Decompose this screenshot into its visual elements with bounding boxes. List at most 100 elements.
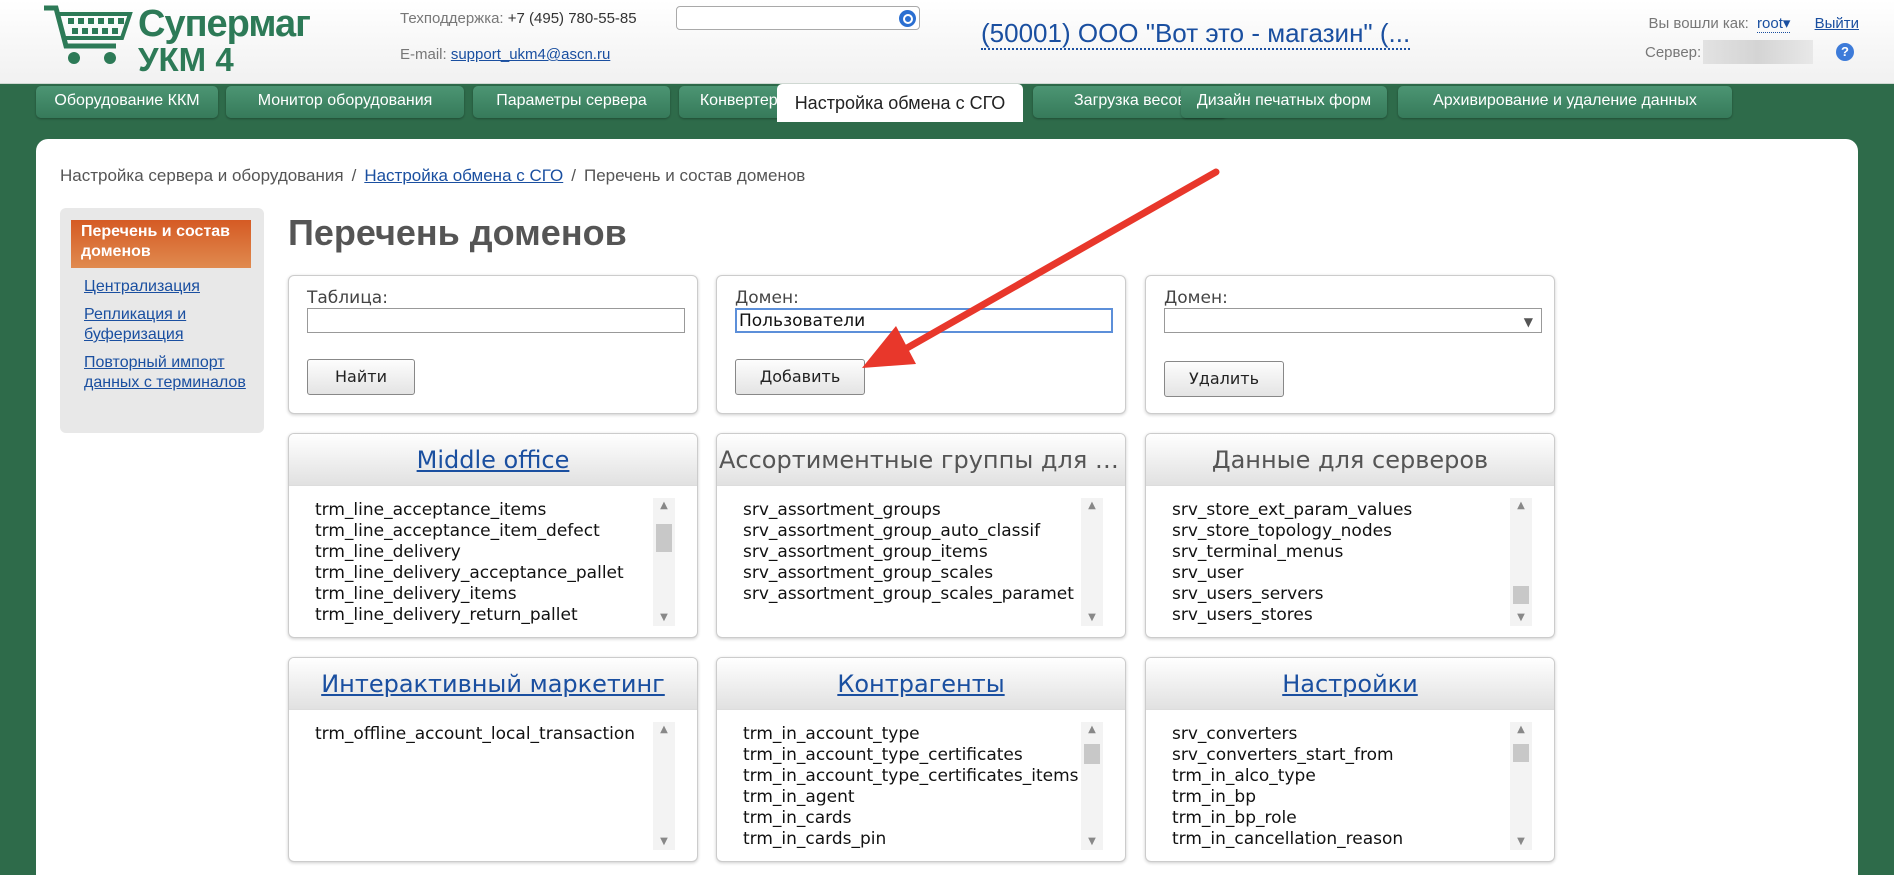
list-item[interactable]: srv_store_ext_param_values bbox=[1172, 500, 1512, 521]
sidebar-item-centralization[interactable]: Централизация bbox=[84, 277, 264, 297]
help-icon[interactable]: ? bbox=[1836, 43, 1854, 61]
scroll-up-icon[interactable]: ▲ bbox=[653, 498, 675, 514]
list-item[interactable]: srv_assortment_group_items bbox=[743, 542, 1083, 563]
list-item[interactable]: trm_line_acceptance_items bbox=[315, 500, 655, 521]
scroll-up-icon[interactable]: ▲ bbox=[653, 722, 675, 738]
tab-kkm-equipment[interactable]: Оборудование ККМ bbox=[36, 86, 218, 118]
domain-table-list[interactable]: trm_line_acceptance_items trm_line_accep… bbox=[315, 500, 655, 630]
scroll-up-icon[interactable]: ▲ bbox=[1081, 722, 1103, 738]
scroll-down-icon[interactable]: ▼ bbox=[1081, 610, 1103, 626]
table-input[interactable] bbox=[307, 308, 685, 333]
scroll-thumb[interactable] bbox=[656, 524, 672, 552]
main-content: Настройка сервера и оборудования / Настрой… bbox=[36, 139, 1858, 875]
list-item[interactable]: srv_assortment_group_scales bbox=[743, 563, 1083, 584]
search-input[interactable] bbox=[676, 6, 920, 30]
scroll-down-icon[interactable]: ▼ bbox=[1510, 834, 1532, 850]
list-item[interactable]: trm_line_delivery_items bbox=[315, 584, 655, 605]
scroll-down-icon[interactable]: ▼ bbox=[1510, 610, 1532, 626]
scrollbar[interactable]: ▲ ▼ bbox=[1510, 498, 1532, 626]
domain-panel-assortment-groups: Ассортиментные группы для в... srv_assor… bbox=[716, 433, 1126, 638]
list-item[interactable]: trm_in_cancellation_reason bbox=[1172, 829, 1512, 850]
list-item[interactable]: trm_line_delivery bbox=[315, 542, 655, 563]
list-item[interactable]: trm_in_bp_role bbox=[1172, 808, 1512, 829]
domain-title-link[interactable]: Middle office bbox=[289, 434, 697, 486]
domain-table-list[interactable]: srv_assortment_groups srv_assortment_gro… bbox=[743, 500, 1083, 630]
tab-print-forms[interactable]: Дизайн печатных форм bbox=[1181, 86, 1387, 118]
domain-title-link[interactable]: Настройки bbox=[1146, 658, 1554, 710]
tab-server-params[interactable]: Параметры сервера bbox=[473, 86, 670, 118]
domain-panel-settings: Настройки srv_converters srv_converters_… bbox=[1145, 657, 1555, 862]
list-item[interactable]: trm_in_agent bbox=[743, 787, 1083, 808]
scrollbar[interactable]: ▲ ▼ bbox=[1510, 722, 1532, 850]
search-icon[interactable] bbox=[899, 10, 916, 27]
tab-sgo-exchange[interactable]: Настройка обмена с СГО bbox=[777, 84, 1023, 122]
table-search-box: Таблица: Найти bbox=[288, 275, 698, 414]
domain-title-link[interactable]: Интерактивный маркетинг bbox=[289, 658, 697, 710]
list-item[interactable]: trm_in_alco_type bbox=[1172, 766, 1512, 787]
list-item[interactable]: srv_users_servers bbox=[1172, 584, 1512, 605]
scroll-thumb[interactable] bbox=[1513, 744, 1529, 762]
domain-table-list[interactable]: srv_store_ext_param_values srv_store_top… bbox=[1172, 500, 1512, 630]
company-selector[interactable]: (50001) ООО "Вот это - магазин" (... bbox=[981, 18, 1411, 50]
list-item[interactable]: srv_store_topology_nodes bbox=[1172, 521, 1512, 542]
scrollbar[interactable]: ▲ ▼ bbox=[653, 722, 675, 850]
support-email: E-mail: support_ukm4@ascn.ru bbox=[400, 46, 610, 63]
find-button[interactable]: Найти bbox=[307, 359, 415, 395]
scroll-down-icon[interactable]: ▼ bbox=[653, 610, 675, 626]
list-item[interactable]: srv_user bbox=[1172, 563, 1512, 584]
list-item[interactable]: srv_users_stores bbox=[1172, 605, 1512, 626]
list-item[interactable]: trm_in_cards_pin bbox=[743, 829, 1083, 850]
sidebar-item-domains[interactable]: Перечень и состав доменов bbox=[71, 220, 251, 268]
chevron-down-icon: ▼ bbox=[1523, 315, 1533, 329]
sidebar-item-reimport[interactable]: Повторный импорт данных с терминалов bbox=[84, 353, 264, 393]
user-menu[interactable]: root▾ bbox=[1757, 15, 1791, 33]
list-item[interactable]: srv_converters_start_from bbox=[1172, 745, 1512, 766]
scroll-up-icon[interactable]: ▲ bbox=[1510, 722, 1532, 738]
list-item[interactable]: srv_converters bbox=[1172, 724, 1512, 745]
domain-panel-server-data: Данные для серверов srv_store_ext_param_… bbox=[1145, 433, 1555, 638]
scroll-up-icon[interactable]: ▲ bbox=[1081, 498, 1103, 514]
scrollbar[interactable]: ▲ ▼ bbox=[1081, 722, 1103, 850]
logged-in-label: Вы вошли как: bbox=[1648, 15, 1749, 32]
list-item[interactable]: trm_in_account_type bbox=[743, 724, 1083, 745]
list-item[interactable]: trm_in_account_type_certificates bbox=[743, 745, 1083, 766]
list-item[interactable]: trm_in_bp bbox=[1172, 787, 1512, 808]
breadcrumb-item: Настройка сервера и оборудования bbox=[60, 166, 344, 185]
domain-select[interactable]: ▼ bbox=[1164, 308, 1542, 333]
logo[interactable]: Супермаг УКМ 4 bbox=[42, 2, 311, 78]
scrollbar[interactable]: ▲ ▼ bbox=[653, 498, 675, 626]
delete-domain-box: Домен: ▼ Удалить bbox=[1145, 275, 1555, 414]
sidebar-item-replication[interactable]: Репликация и буферизация bbox=[84, 305, 264, 345]
list-item[interactable]: trm_line_acceptance_item_defect bbox=[315, 521, 655, 542]
domain-table-list[interactable]: trm_in_account_type trm_in_account_type_… bbox=[743, 724, 1083, 854]
domain-table-list[interactable]: trm_offline_account_local_transaction bbox=[315, 724, 655, 854]
domain-name-input[interactable]: Пользователи bbox=[735, 308, 1113, 333]
add-button[interactable]: Добавить bbox=[735, 359, 865, 395]
logout-link[interactable]: Выйти bbox=[1815, 15, 1859, 32]
list-item[interactable]: srv_assortment_groups bbox=[743, 500, 1083, 521]
list-item[interactable]: trm_line_delivery_return_pallet bbox=[315, 605, 655, 626]
tab-equipment-monitor[interactable]: Монитор оборудования bbox=[226, 86, 464, 118]
scroll-thumb[interactable] bbox=[1513, 586, 1529, 604]
delete-button[interactable]: Удалить bbox=[1164, 361, 1284, 397]
tab-archiving[interactable]: Архивирование и удаление данных bbox=[1398, 86, 1732, 118]
list-item[interactable]: srv_assortment_group_scales_paramet bbox=[743, 584, 1083, 605]
scrollbar[interactable]: ▲ ▼ bbox=[1081, 498, 1103, 626]
list-item[interactable]: srv_assortment_group_auto_classif bbox=[743, 521, 1083, 542]
support-label: Техподдержка: bbox=[400, 10, 504, 27]
list-item[interactable]: trm_line_delivery_acceptance_pallet bbox=[315, 563, 655, 584]
list-item[interactable]: srv_terminal_menus bbox=[1172, 542, 1512, 563]
page-title: Перечень доменов bbox=[288, 212, 627, 253]
email-link[interactable]: support_ukm4@ascn.ru bbox=[451, 46, 610, 63]
domain-title-link[interactable]: Контрагенты bbox=[717, 658, 1125, 710]
domain-table-list[interactable]: srv_converters srv_converters_start_from… bbox=[1172, 724, 1512, 854]
scroll-down-icon[interactable]: ▼ bbox=[1081, 834, 1103, 850]
scroll-down-icon[interactable]: ▼ bbox=[653, 834, 675, 850]
domain-panel-middle-office: Middle office trm_line_acceptance_items … bbox=[288, 433, 698, 638]
list-item[interactable]: trm_in_cards bbox=[743, 808, 1083, 829]
scroll-up-icon[interactable]: ▲ bbox=[1510, 498, 1532, 514]
scroll-thumb[interactable] bbox=[1084, 744, 1100, 764]
list-item[interactable]: trm_in_account_type_certificates_items bbox=[743, 766, 1083, 787]
list-item[interactable]: trm_offline_account_local_transaction bbox=[315, 724, 655, 745]
breadcrumb-link[interactable]: Настройка обмена с СГО bbox=[364, 166, 563, 185]
